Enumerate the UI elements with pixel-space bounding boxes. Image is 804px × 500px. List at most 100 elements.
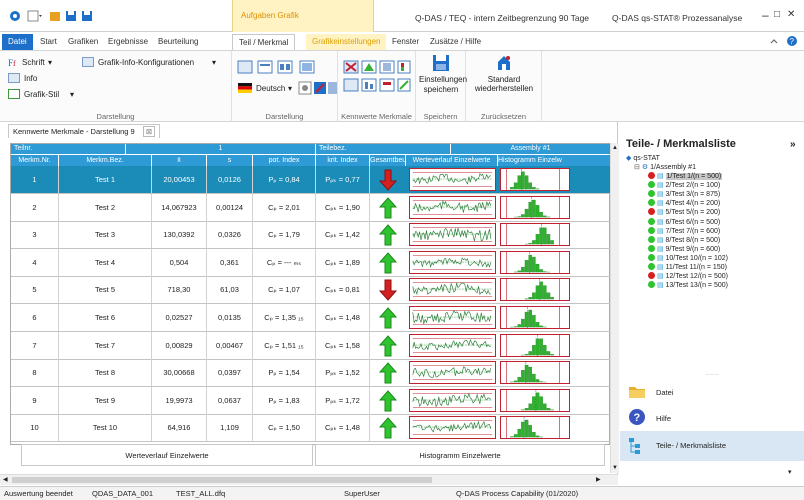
table-row[interactable]: 5 Test 5 718,30 61,03 Cₚ = 1,07 Cₚₖ = 0,81 xyxy=(11,276,611,305)
tree-item[interactable]: ▤ 6/Test 6/(n = 500) xyxy=(648,217,720,226)
tree-item[interactable]: ▤ 5/Test 5/(n = 200) xyxy=(648,208,720,216)
splitter[interactable]: ........ xyxy=(620,371,804,377)
close-button[interactable]: ✕ xyxy=(787,9,795,20)
tree-item[interactable]: ▤ 4/Test 4/(n = 200) xyxy=(648,199,720,207)
chevron-down-icon[interactable]: ▾ xyxy=(70,90,74,99)
histogramm-sparkline[interactable] xyxy=(500,195,570,219)
grafik-info-button[interactable]: Grafik-Info-Konfigurationen xyxy=(98,58,194,67)
histogramm-sparkline[interactable] xyxy=(500,333,570,357)
chevron-down-icon[interactable]: ▾ xyxy=(788,468,792,476)
scroll-right-icon[interactable]: ▶ xyxy=(596,476,601,483)
nav-hilfe[interactable]: ? Hilfe xyxy=(620,406,804,430)
werteverlauf-button[interactable]: Werteverlauf Einzelwerte xyxy=(21,444,313,466)
histogramm-button[interactable]: Histogramm Einzelwerte xyxy=(315,444,605,466)
chevron-down-icon[interactable]: ▾ xyxy=(48,58,52,67)
werteverlauf-sparkline[interactable] xyxy=(409,361,496,385)
histogramm-sparkline[interactable] xyxy=(500,306,570,329)
tree-root[interactable]: ◆ qs-STAT xyxy=(626,154,660,162)
tab-fenster[interactable]: Fenster xyxy=(386,34,425,50)
table-row[interactable]: 6 Test 6 0,02527 0,0135 Cₚ = 1,35 ₁₅ Cₚₖ = 1,… xyxy=(11,304,611,332)
col-krit-index[interactable]: krit. Index xyxy=(316,154,370,166)
nav-teile-merkmalsliste[interactable]: Teile- / Merkmalsliste xyxy=(620,431,804,461)
table-row[interactable]: 9 Test 9 19,9973 0,0637 Pₚ = 1,83 Pₚₖ = 1,72 xyxy=(11,386,611,415)
werteverlauf-sparkline[interactable] xyxy=(409,168,496,191)
tree-item[interactable]: ▤ 1/Test 1/(n = 500) xyxy=(648,172,723,180)
histogramm-sparkline[interactable] xyxy=(500,416,570,440)
tab-teil-merkmal[interactable]: Teil / Merkmal xyxy=(232,34,296,50)
col-werteverlauf[interactable]: Werteverlauf Einzelwerte xyxy=(406,154,498,166)
tree-item[interactable]: ▤ 13/Test 13/(n = 500) xyxy=(648,281,728,289)
col-merkm-nr[interactable]: Merkm.Nr. xyxy=(11,154,59,166)
document-tab[interactable]: Kennwerte Merkmale - Darstellung 9 ⊠ xyxy=(8,124,161,138)
tab-datei[interactable]: Datei xyxy=(2,34,33,50)
info-button[interactable]: Info xyxy=(24,74,37,83)
table-row[interactable]: 2 Test 2 14,067923 0,00124 Cₚ = 2,01 Cₚₖ = 1,… xyxy=(11,193,611,222)
tab-zusaetze-hilfe[interactable]: Zusätze / Hilfe xyxy=(424,34,487,50)
tab-start[interactable]: Start xyxy=(34,34,63,50)
table-row[interactable]: 10 Test 10 64,916 1,109 Cₚ = 1,50 Cₚₖ = 1,48 xyxy=(11,414,611,443)
tree-assembly[interactable]: ⊟ ⚙ 1/Assembly #1 xyxy=(634,163,696,171)
tree-item[interactable]: ▤ 10/Test 10/(n = 102) xyxy=(648,253,728,262)
col-pot-index[interactable]: pot. Index xyxy=(253,154,316,166)
ribbon-options[interactable]: ? xyxy=(768,35,800,47)
werteverlauf-sparkline[interactable] xyxy=(409,195,496,219)
table-row[interactable]: 3 Test 3 130,0392 0,0326 Cₚ = 1,79 Cₚₖ = 1,42 xyxy=(11,221,611,250)
col-histogramm[interactable]: Histogramm Einzelw xyxy=(498,154,611,166)
tree-item[interactable]: ▤ 8/Test 8/(n = 500) xyxy=(648,235,720,244)
col-mean[interactable]: x̄ xyxy=(152,154,207,166)
table-row[interactable]: 8 Test 8 30,00668 0,0397 Pₚ = 1,54 Pₚₖ = 1,52 xyxy=(11,359,611,388)
standard-wiederherstellen-button[interactable]: Standard xyxy=(468,75,540,84)
histogramm-sparkline[interactable] xyxy=(500,168,570,191)
histogramm-sparkline[interactable] xyxy=(500,361,570,385)
horizontal-scrollbar[interactable]: ◀ ▶ xyxy=(0,474,618,485)
tab-beurteilung[interactable]: Beurteilung xyxy=(152,34,204,50)
kennwerte-icons[interactable] xyxy=(342,59,414,95)
tree-item[interactable]: ▤ 9/Test 9/(n = 600) xyxy=(648,244,720,253)
grafik-stil-button[interactable]: Grafik-Stil xyxy=(24,90,59,99)
tab-ergebnisse[interactable]: Ergebnisse xyxy=(102,34,154,50)
tree-item[interactable]: ▤ 2/Test 2/(n = 100) xyxy=(648,181,720,189)
scroll-thumb[interactable] xyxy=(12,477,432,483)
table-row[interactable]: 1 Test 1 20,00453 0,0126 Pₚ = 0,84 Pₚₖ = 0,77 xyxy=(11,166,611,194)
histogramm-sparkline[interactable] xyxy=(500,250,570,274)
werteverlauf-sparkline[interactable] xyxy=(409,250,496,274)
chevron-down-icon[interactable]: ▾ xyxy=(212,58,216,67)
scroll-down-icon[interactable]: ▼ xyxy=(612,465,618,471)
werteverlauf-sparkline[interactable] xyxy=(409,388,496,412)
layout-icons[interactable] xyxy=(236,59,336,75)
werteverlauf-sparkline[interactable] xyxy=(409,223,496,247)
werteverlauf-sparkline[interactable] xyxy=(409,333,496,357)
table-row[interactable]: 7 Test 7 0,00829 0,00467 Cₚ = 1,51 ₁₅ Cₚₖ = 1… xyxy=(11,331,611,360)
tab-grafikeinstellungen[interactable]: Grafikeinstellungen xyxy=(306,34,387,50)
tree-item[interactable]: ▤ 7/Test 7/(n = 600) xyxy=(648,226,720,235)
nav-datei[interactable]: Datei xyxy=(620,380,804,404)
tree-item[interactable]: ▤ 11/Test 11/(n = 150) xyxy=(648,263,727,271)
col-merkm-bez[interactable]: Merkm.Bez. xyxy=(59,154,152,166)
language-select[interactable]: Deutsch xyxy=(256,84,285,93)
expander-icon[interactable]: ⊟ xyxy=(634,164,640,171)
scroll-left-icon[interactable]: ◀ xyxy=(3,476,8,483)
minimize-button[interactable]: – xyxy=(762,8,769,22)
col-gesamtbeurteilung[interactable]: Gesamtbeur xyxy=(370,154,406,166)
werteverlauf-sparkline[interactable] xyxy=(409,416,496,440)
scroll-up-icon[interactable]: ▲ xyxy=(612,145,618,151)
werteverlauf-sparkline[interactable] xyxy=(409,306,496,329)
tree-item[interactable]: ▤ 12/Test 12/(n = 500) xyxy=(648,272,728,280)
histogramm-sparkline[interactable] xyxy=(500,223,570,247)
histogramm-sparkline[interactable] xyxy=(500,278,570,302)
table-row[interactable]: 4 Test 4 0,504 0,361 Cₚ = --- ₘₛ Cₚₖ = 1,89 xyxy=(11,248,611,277)
histogramm-sparkline[interactable] xyxy=(500,388,570,412)
schrift-button[interactable]: Schrift xyxy=(22,58,45,67)
chevron-down-icon[interactable]: ▾ xyxy=(288,84,292,93)
col-s[interactable]: s xyxy=(207,154,253,166)
color-icons[interactable] xyxy=(298,81,338,95)
vertical-scrollbar[interactable]: ▲ ▼ xyxy=(610,143,619,473)
collapse-panel-icon[interactable]: » xyxy=(790,139,796,150)
einstellungen-speichern-button[interactable]: Einstellungen xyxy=(419,75,467,84)
werteverlauf-sparkline[interactable] xyxy=(409,278,496,302)
tree-item[interactable]: ▤ 3/Test 3/(n = 875) xyxy=(648,190,720,198)
quick-access-icons[interactable] xyxy=(8,9,118,23)
close-tab-icon[interactable]: ⊠ xyxy=(142,126,156,137)
tab-grafiken[interactable]: Grafiken xyxy=(62,34,104,50)
maximize-button[interactable]: □ xyxy=(774,9,780,20)
